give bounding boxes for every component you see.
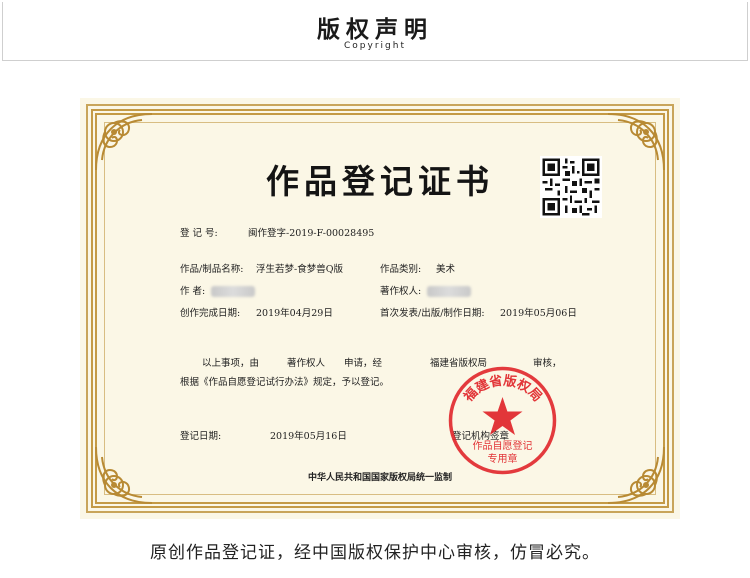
copyright-notice: 原创作品登记证，经中国版权保护中心审核，仿冒必究。 bbox=[150, 543, 600, 563]
work-name-label: 作品/制品名称: bbox=[180, 264, 244, 275]
author-label: 作 者: bbox=[180, 286, 206, 297]
page-title: 版权声明 bbox=[317, 17, 433, 43]
author-value-redacted bbox=[211, 286, 256, 297]
publish-date-label: 首次发表/出版/制作日期: bbox=[380, 308, 485, 319]
seal-line-1: 作品自愿登记 bbox=[473, 439, 533, 452]
body-text-b: 著作权人 bbox=[287, 358, 326, 369]
body-text-a: 以上事项，由 bbox=[202, 358, 260, 369]
reg-date-value: 2019年05月16日 bbox=[270, 431, 347, 442]
completion-date-value: 2019年04月29日 bbox=[256, 308, 333, 319]
page-subtitle: Copyright bbox=[344, 41, 406, 51]
seal-line-2: 专用章 bbox=[488, 452, 518, 465]
certificate-image: 作品登记证书 登 记 号: 闽作登字-2019-F-00028495 作品/制品… bbox=[80, 98, 680, 519]
official-seal-icon: 福建省版权局 作品自愿登记 专用章 bbox=[448, 366, 557, 475]
work-name-value: 浮生若梦-食梦兽Q版 bbox=[256, 264, 343, 275]
qr-code-icon bbox=[540, 156, 602, 218]
owner-value-redacted bbox=[427, 286, 472, 297]
completion-date-label: 创作完成日期: bbox=[180, 308, 241, 319]
category-value: 美术 bbox=[436, 264, 456, 275]
author-row: 作 者: bbox=[180, 283, 256, 297]
owner-row: 著作权人: bbox=[380, 283, 472, 297]
body-text-line2: 根据《作品自愿登记试行办法》规定，予以登记。 bbox=[180, 377, 390, 388]
certificate-footer: 中华人民共和国国家版权局统一监制 bbox=[307, 473, 452, 483]
reg-number-value: 闽作登字-2019-F-00028495 bbox=[248, 228, 375, 239]
owner-label: 著作权人: bbox=[380, 286, 422, 297]
page-header: 版权声明 Copyright bbox=[2, 2, 748, 61]
reg-date-label: 登记日期: bbox=[180, 431, 222, 442]
body-text-c: 申请，经 bbox=[344, 358, 383, 369]
category-label: 作品类别: bbox=[380, 264, 422, 275]
reg-number-label: 登 记 号: bbox=[180, 228, 218, 239]
publish-date-value: 2019年05月06日 bbox=[500, 308, 577, 319]
